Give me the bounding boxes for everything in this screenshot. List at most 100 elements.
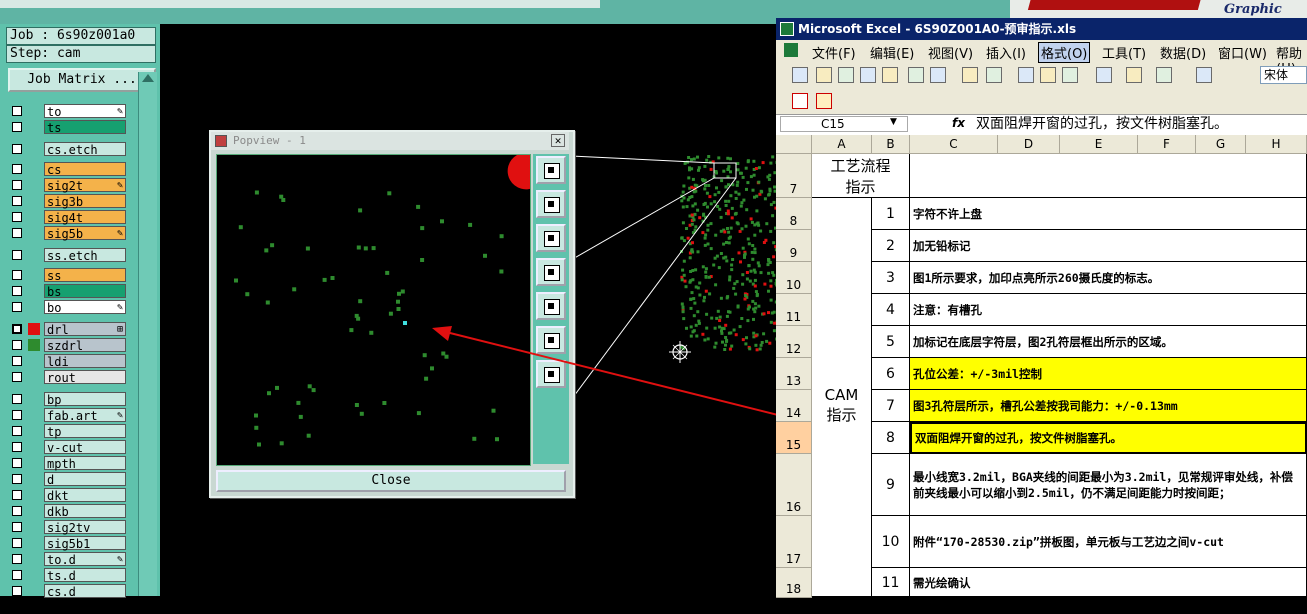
row-header[interactable]: 16 — [776, 454, 812, 516]
popview-titlebar[interactable]: Popview - 1 ✕ — [211, 132, 569, 150]
close-icon[interactable]: ✕ — [551, 134, 565, 147]
autosum-icon[interactable] — [1196, 67, 1212, 83]
column-header[interactable]: G — [1196, 135, 1246, 154]
board-pad-mark — [736, 305, 740, 309]
zoom-in-icon[interactable] — [536, 360, 566, 388]
pan-right-icon[interactable] — [536, 292, 566, 320]
save-icon[interactable] — [838, 67, 854, 83]
row-header[interactable]: 13 — [776, 358, 812, 390]
pdf-convert-review-icon[interactable] — [816, 93, 832, 109]
excel-titlebar[interactable]: Microsoft Excel - 6S90Z001A0-预审指示.xls — [776, 18, 1307, 40]
cell-text[interactable]: 图3孔符层所示，槽孔公差按我司能力：+/-0.13mm — [910, 390, 1307, 422]
cell-number[interactable]: 7 — [872, 390, 910, 422]
row-header[interactable]: 14 — [776, 390, 812, 422]
fx-label[interactable]: fx — [952, 116, 965, 130]
pan-up-icon[interactable] — [536, 190, 566, 218]
board-pad-mark — [748, 347, 752, 351]
column-header[interactable]: E — [1060, 135, 1138, 154]
cell-text[interactable]: 图1所示要求，加印点亮所示260摄氏度的标志。 — [910, 262, 1307, 294]
cell-number[interactable]: 6 — [872, 358, 910, 390]
cell-text[interactable]: 字符不许上盘 — [910, 198, 1307, 230]
cell-number[interactable]: 8 — [872, 422, 910, 454]
cell-text[interactable]: 加标记在底层字符层，图2孔符层框出所示的区域。 — [910, 326, 1307, 358]
pdf-convert-icon[interactable] — [792, 93, 808, 109]
board-pad-mark — [718, 325, 722, 329]
workbook-icon[interactable] — [784, 43, 798, 57]
cell-number[interactable]: 11 — [872, 568, 910, 598]
cell-number[interactable]: 9 — [872, 454, 910, 516]
new-icon[interactable] — [792, 67, 808, 83]
cell-number[interactable]: 1 — [872, 198, 910, 230]
row-header[interactable]: 15 — [776, 422, 812, 454]
research-icon[interactable] — [986, 67, 1002, 83]
column-header[interactable]: B — [872, 135, 910, 154]
print-preview-icon[interactable] — [930, 67, 946, 83]
menu-item-1[interactable]: 编辑(E) — [870, 43, 914, 62]
cell-text[interactable]: 双面阻焊开窗的过孔，按文件树脂塞孔。 — [910, 422, 1307, 454]
row-header[interactable]: 17 — [776, 516, 812, 568]
cell-text[interactable]: 加无铅标记 — [910, 230, 1307, 262]
row-header[interactable]: 12 — [776, 326, 812, 358]
row-header[interactable]: 11 — [776, 294, 812, 326]
zoom-fit-icon[interactable] — [536, 156, 566, 184]
column-header[interactable]: A — [812, 135, 872, 154]
board-pad-mark — [755, 294, 759, 298]
board-pad-mark — [752, 331, 756, 335]
menu-item-2[interactable]: 视图(V) — [928, 43, 973, 62]
email-icon[interactable] — [882, 67, 898, 83]
popview-canvas[interactable] — [216, 154, 531, 466]
spreadsheet-grid[interactable]: A B C D E F G H 7 8 1 字符不许上盘 9 2 加无铅标记 10 3 图1所示要求，加印点亮所示… — [776, 135, 1307, 614]
menu-item-0[interactable]: 文件(F) — [812, 43, 856, 62]
copy-icon[interactable] — [1040, 67, 1056, 83]
cell-text[interactable]: 最小线宽3.2mil，BGA夹线的间距最小为3.2mil，见常规评审处线，补偿前… — [910, 454, 1307, 516]
popview-close-button[interactable]: Close — [216, 470, 566, 492]
board-pad-mark — [681, 310, 685, 314]
undo-icon[interactable] — [1126, 67, 1142, 83]
row-header[interactable]: 10 — [776, 262, 812, 294]
row-header[interactable]: 7 — [776, 154, 812, 198]
menu-item-6[interactable]: 数据(D) — [1160, 43, 1206, 62]
column-header[interactable]: H — [1246, 135, 1307, 154]
permission-icon[interactable] — [860, 67, 876, 83]
section-cam-cell[interactable]: CAM指示 — [812, 198, 872, 614]
cell-text[interactable]: 附件“170-28530.zip”拼板图，单元板与工艺边之间v-cut — [910, 516, 1307, 568]
redo-icon[interactable] — [1156, 67, 1172, 83]
zoom-out-icon[interactable] — [536, 326, 566, 354]
row-header[interactable]: 9 — [776, 230, 812, 262]
cell-text[interactable]: 孔位公差：+/-3mil控制 — [910, 358, 1307, 390]
format-painter-icon[interactable] — [1096, 67, 1112, 83]
cell-text[interactable]: 需光绘确认 — [910, 568, 1307, 598]
menu-item-3[interactable]: 插入(I) — [986, 43, 1026, 62]
cell-text[interactable]: 注意：有槽孔 — [910, 294, 1307, 326]
row-header[interactable]: 8 — [776, 198, 812, 230]
font-name-select[interactable]: 宋体 — [1260, 66, 1307, 84]
cell-number[interactable]: 5 — [872, 326, 910, 358]
spelling-icon[interactable] — [962, 67, 978, 83]
pan-down-icon[interactable] — [536, 224, 566, 252]
board-pad-mark — [719, 252, 723, 255]
section-process-cell[interactable]: 工艺流程指示 — [812, 154, 910, 198]
cell-number[interactable]: 3 — [872, 262, 910, 294]
print-icon[interactable] — [908, 67, 924, 83]
name-box[interactable]: C15 — [780, 116, 908, 132]
cell-number[interactable]: 4 — [872, 294, 910, 326]
menu-item-5[interactable]: 工具(T) — [1102, 43, 1146, 62]
name-box-dropdown-icon[interactable]: ▼ — [890, 117, 897, 127]
row-header[interactable]: 18 — [776, 568, 812, 598]
pad-mark — [424, 376, 429, 381]
cut-icon[interactable] — [1018, 67, 1034, 83]
menu-item-7[interactable]: 窗口(W) — [1218, 43, 1267, 62]
cell-number[interactable]: 2 — [872, 230, 910, 262]
cell-number[interactable]: 10 — [872, 516, 910, 568]
column-header[interactable]: F — [1138, 135, 1196, 154]
crosshair-icon[interactable] — [669, 341, 691, 363]
paste-icon[interactable] — [1062, 67, 1078, 83]
column-header[interactable]: D — [998, 135, 1060, 154]
formula-input[interactable]: 双面阻焊开窗的过孔，按文件树脂塞孔。 — [976, 115, 1228, 133]
column-header[interactable]: C — [910, 135, 998, 154]
cell-empty[interactable] — [910, 154, 1307, 198]
open-icon[interactable] — [816, 67, 832, 83]
select-all-corner[interactable] — [776, 135, 812, 154]
pan-left-icon[interactable] — [536, 258, 566, 286]
menu-item-4[interactable]: 格式(O) — [1038, 42, 1091, 63]
